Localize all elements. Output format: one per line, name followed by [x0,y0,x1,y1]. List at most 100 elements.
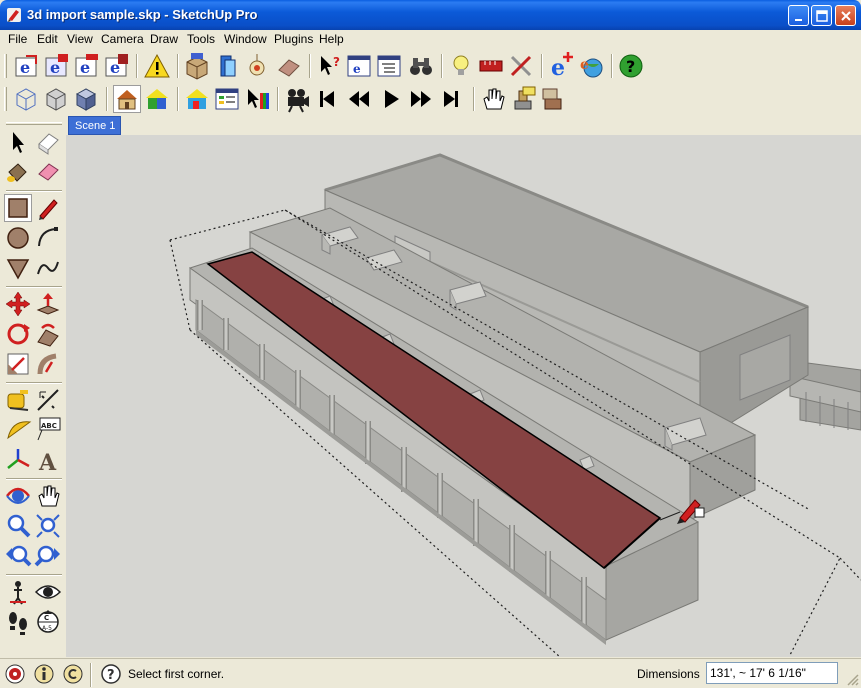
target-button[interactable] [243,52,271,80]
section-plane-tool[interactable]: C A-5 [34,608,62,636]
outliner-button[interactable] [375,52,403,80]
close-button[interactable] [835,5,856,26]
menu-plugins[interactable]: Plugins [274,32,313,46]
menu-help[interactable]: Help [319,32,344,46]
menu-edit[interactable]: Edit [37,32,58,46]
dimension-tool[interactable] [34,386,62,414]
copyright-button[interactable] [62,663,84,685]
move-icon [5,291,31,317]
sketchup-app-icon[interactable] [6,7,22,23]
drawing-viewport[interactable] [66,135,861,657]
tab-scene-1[interactable]: Scene 1 [68,116,121,135]
make-component-tool[interactable] [34,128,62,156]
instructor-help-button[interactable]: ? [100,663,122,685]
export-e-button-3[interactable]: e [72,52,100,80]
export-e-button-2[interactable]: e [42,52,70,80]
export-e-icon: e [45,54,68,77]
sandbox-stamp-button[interactable] [509,85,537,113]
zoom-extents-tool[interactable] [34,512,62,540]
sandbox-smoove-button[interactable] [479,85,507,113]
export-e-button-4[interactable]: e [102,52,130,80]
resize-grip-icon[interactable] [845,672,859,686]
look-around-tool[interactable] [34,578,62,606]
pan-tool[interactable] [34,482,62,510]
push-pull-tool[interactable] [34,290,62,318]
arc-tool[interactable] [34,224,62,252]
menu-draw[interactable]: Draw [150,32,178,46]
hidden-line-button[interactable] [42,85,70,113]
credits-button[interactable] [33,663,55,685]
play-button[interactable] [377,85,405,113]
orbit-tool[interactable] [4,482,32,510]
eraser-tool[interactable] [34,158,62,186]
next-view-tool[interactable] [34,542,62,570]
menu-tools[interactable]: Tools [187,32,215,46]
offset-tool[interactable] [34,350,62,378]
component-house-button[interactable] [183,85,211,113]
globe-button[interactable]: e [577,52,605,80]
select-tool[interactable] [4,128,32,156]
svg-text:A-5: A-5 [42,625,52,632]
toolbar-grip[interactable] [4,87,7,111]
next-view-icon [34,545,60,567]
previous-scene-button[interactable] [345,85,373,113]
palette-grip[interactable] [6,122,62,125]
toolbar-grip[interactable] [4,54,7,78]
xray-button[interactable] [12,85,40,113]
home-view-button[interactable] [113,85,141,113]
styles-button[interactable] [243,85,271,113]
previous-view-tool[interactable] [4,542,32,570]
zoom-tool[interactable] [4,512,32,540]
line-tool[interactable] [34,194,62,222]
geo-location-button[interactable] [4,663,26,685]
close-icon [841,11,851,21]
scale-tool[interactable] [4,350,32,378]
last-scene-button[interactable] [437,85,465,113]
animation-camera-button[interactable] [283,85,311,113]
rectangle-tool[interactable] [4,194,32,222]
menu-view[interactable]: View [67,32,93,46]
paint-bucket-tool[interactable] [4,158,32,186]
svg-text:?: ? [333,55,340,69]
first-scene-button[interactable] [313,85,341,113]
polygon-tool[interactable] [4,254,32,282]
3d-text-tool[interactable]: A [34,446,62,476]
colored-house-button[interactable] [143,85,171,113]
tape-measure-tool[interactable] [4,386,32,414]
blue-house-icon [186,89,208,109]
protractor-tool[interactable] [4,416,32,444]
warning-button[interactable] [143,52,171,80]
move-tool[interactable] [4,290,32,318]
context-help-button[interactable]: ? [315,52,343,80]
menu-file[interactable]: File [8,32,27,46]
circle-tool[interactable] [4,224,32,252]
material-button[interactable] [275,52,303,80]
shaded-button[interactable] [72,85,100,113]
walk-tool[interactable] [4,608,32,636]
tools-button[interactable] [507,52,535,80]
help-button[interactable]: ? [617,52,645,80]
sandbox-drape-button[interactable] [539,85,567,113]
dimensions-input[interactable]: 131', ~ 17' 6 1/16" [706,662,838,684]
minimize-button[interactable] [788,5,809,26]
component-tool-button[interactable] [213,52,241,80]
follow-me-tool[interactable] [34,320,62,348]
menu-camera[interactable]: Camera [101,32,144,46]
menu-window[interactable]: Window [224,32,267,46]
text-tool[interactable]: ABC [34,416,62,444]
palette-separator [6,382,62,384]
layer-manager-button[interactable] [213,85,241,113]
rotate-tool[interactable] [4,320,32,348]
export-e-button-1[interactable]: e [12,52,40,80]
tips-button[interactable] [447,52,475,80]
next-scene-button[interactable] [407,85,435,113]
maximize-button[interactable] [811,5,832,26]
binoculars-button[interactable] [407,52,435,80]
make-component-button[interactable] [183,52,211,80]
freehand-tool[interactable] [34,254,62,282]
axes-tool[interactable] [4,446,32,474]
dimension-tool-button[interactable] [477,52,505,80]
internet-button[interactable]: e [547,52,575,80]
web-export-button[interactable]: e [345,52,373,80]
position-camera-tool[interactable] [4,578,32,606]
